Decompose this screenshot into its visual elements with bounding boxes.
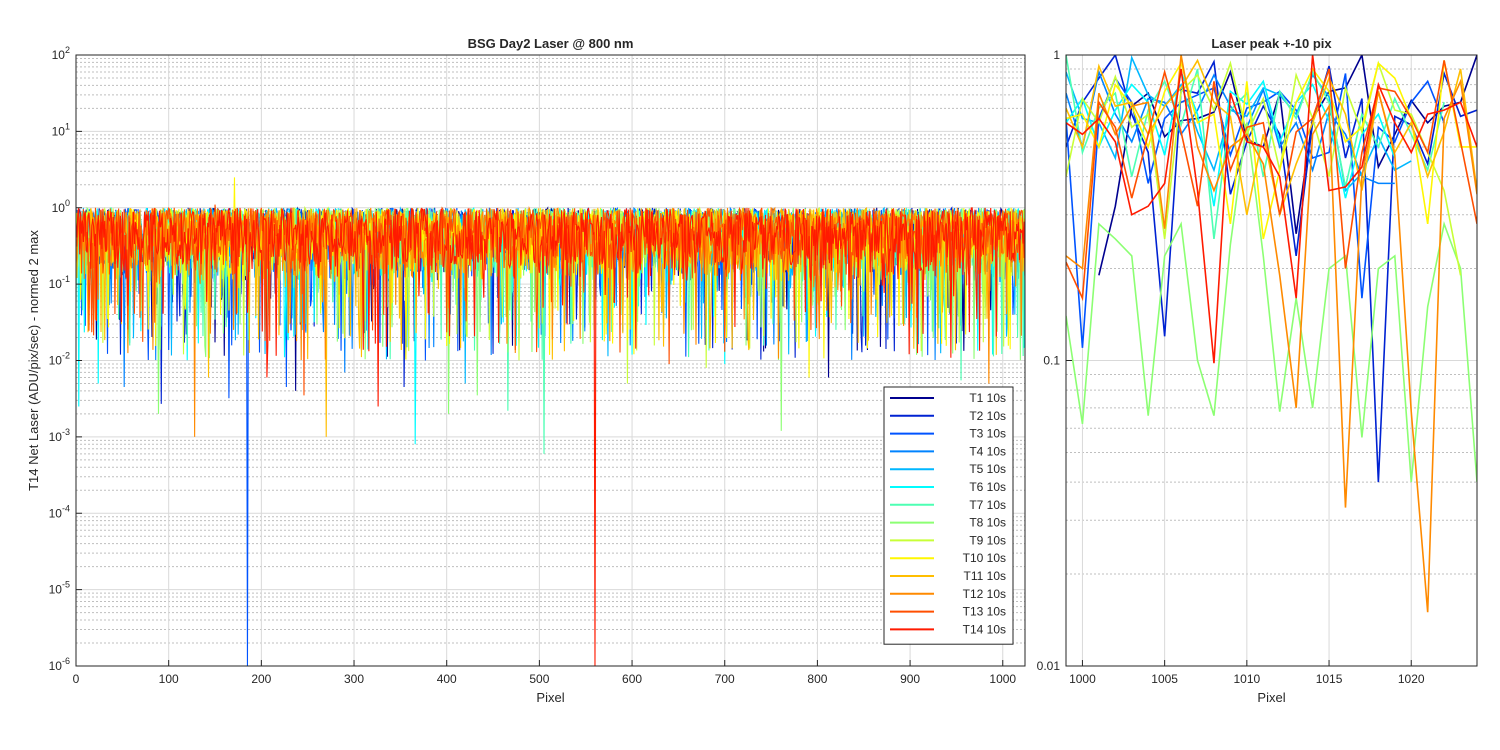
main-y-tick-label: 10-3 — [49, 427, 70, 444]
zoom-x-tick-label: 1020 — [1398, 672, 1425, 686]
legend-entry-label: T7 10s — [969, 498, 1006, 512]
zoom-x-tick-label: 1010 — [1233, 672, 1260, 686]
zoom-y-tick-label: 0.1 — [1043, 354, 1060, 368]
legend-entry-label: T5 10s — [969, 462, 1006, 476]
main-y-tick-label: 10-4 — [49, 503, 70, 520]
zoom-axes: 0.01 0.1 1 1000 1005 1010 1015 1020 Laser peak … — [1037, 36, 1478, 705]
legend-entry-label: T4 10s — [969, 444, 1006, 458]
main-axes: 10-6 10-5 10-4 10-3 10-2 10-1 100 101 102 0 100 200… — [26, 36, 1026, 705]
main-x-tick-label: 500 — [529, 672, 549, 686]
zoom-x-tick-label: 1005 — [1151, 672, 1178, 686]
main-x-tick-label: 600 — [622, 672, 642, 686]
main-x-tick-label: 700 — [715, 672, 735, 686]
zoom-x-tick-label: 1015 — [1316, 672, 1343, 686]
legend-entry-label: T13 10s — [963, 605, 1006, 619]
main-x-tick-label: 400 — [437, 672, 457, 686]
main-x-tick-label: 200 — [251, 672, 271, 686]
legend-entry-label: T9 10s — [969, 533, 1006, 547]
main-y-tick-label: 10-2 — [49, 351, 70, 368]
legend-entry-label: T14 10s — [963, 622, 1006, 636]
zoom-x-axis-label: Pixel — [1257, 690, 1285, 705]
main-y-tick-label: 101 — [52, 121, 70, 138]
legend-entry-label: T12 10s — [963, 587, 1006, 601]
legend-entry-label: T8 10s — [969, 516, 1006, 530]
zoom-chart-title: Laser peak +-10 pix — [1211, 36, 1332, 51]
figure: 10-610-510-410-310-210-11001011020 100 200… — [26, 36, 1478, 705]
zoom-x-tick-label: 1000 — [1069, 672, 1096, 686]
main-x-tick-label: 100 — [159, 672, 179, 686]
main-y-tick-label: 100 — [52, 198, 70, 215]
legend-entry-label: T11 10s — [964, 569, 1006, 583]
legend-entry-label: T1 10s — [969, 391, 1006, 405]
main-x-tick-label: 900 — [900, 672, 920, 686]
main-y-tick-label: 10-5 — [49, 580, 70, 597]
main-x-tick-label: 300 — [344, 672, 364, 686]
main-y-tick-label: 10-6 — [49, 656, 70, 673]
legend-entry-label: T3 10s — [969, 427, 1006, 441]
main-x-tick-label: 0 — [73, 672, 80, 686]
legend-entry-label: T10 10s — [963, 551, 1006, 565]
main-x-axis-label: Pixel — [536, 690, 564, 705]
main-x-tick-label: 800 — [807, 672, 827, 686]
zoom-y-tick-label: 0.01 — [1037, 659, 1061, 673]
main-y-axis-label: T14 Net Laser (ADU/pix/sec) - normed 2 m… — [26, 230, 41, 491]
zoom-y-tick-label: 1 — [1053, 48, 1060, 62]
main-chart-title: BSG Day2 Laser @ 800 nm — [468, 36, 634, 51]
legend-entry-label: T2 10s — [969, 409, 1006, 423]
main-y-tick-label: 102 — [52, 45, 70, 62]
legend-entry-label: T6 10s — [969, 480, 1006, 494]
main-x-tick-label: 1000 — [989, 672, 1016, 686]
main-y-tick-label: 10-1 — [49, 274, 70, 291]
legend: T1 10s T2 10s T3 10s T4 10s T5 10s T6 10s T7 1… — [883, 386, 1014, 645]
